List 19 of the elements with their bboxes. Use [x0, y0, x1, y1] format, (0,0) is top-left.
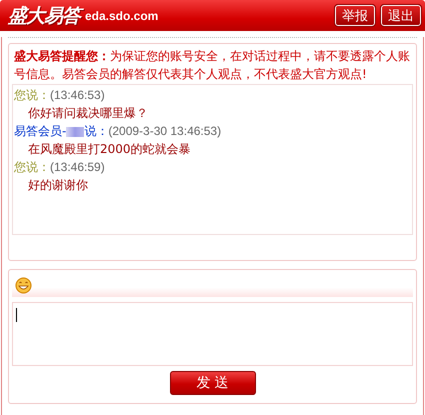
speaker-label: 您说： [14, 160, 50, 174]
text-cursor [16, 308, 17, 322]
message-time: (13:46:53) [50, 88, 105, 102]
message-text: 你好请问裁决哪里爆？ [27, 105, 149, 122]
security-notice: 盛大易答提醒您：为保证您的账号安全，在对话过程中，请不要透露个人账号信息。易答会员的解答仅代表其个人观点，不代表盛大官方观点! [13, 48, 411, 83]
message-time: (13:46:59) [50, 160, 105, 174]
message-input[interactable] [12, 302, 413, 366]
message-text: 好的谢谢你 [27, 177, 89, 194]
smiley-icon[interactable] [15, 276, 32, 294]
header-button[interactable]: 退出 [381, 5, 421, 26]
speaker-label: 您说： [14, 88, 50, 102]
blurred-name [66, 126, 84, 137]
message-time: (2009-3-30 13:46:53) [108, 124, 222, 138]
send-button[interactable]: 发 送 [170, 371, 256, 395]
header-button[interactable]: 举报 [335, 5, 375, 26]
speaker-label: 易答会员- [14, 124, 66, 138]
speaker-suffix: 说： [84, 124, 108, 138]
message-text: 在风魔殿里打2000的蛇就会暴 [27, 141, 192, 158]
site-domain: eda.sdo.com [85, 8, 158, 22]
